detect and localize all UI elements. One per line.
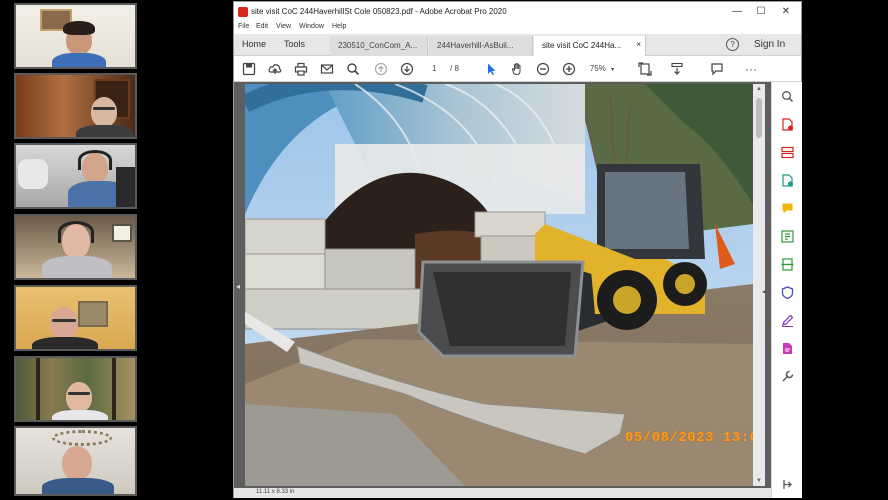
zoom-out-icon[interactable] [536,62,550,76]
save-icon[interactable] [242,62,256,76]
title-bar: site visit CoC 244HaverhillSt Cole 05082… [234,2,801,22]
page-fit-icon[interactable] [638,62,652,76]
vertical-scrollbar[interactable]: ▲ ▼ [753,84,765,486]
status-bar: 11.11 x 8.33 in [234,488,771,498]
participant-tile-3[interactable] [14,143,137,209]
document-tab-3[interactable]: site visit CoC 244Ha... × [534,36,646,56]
protect-shield-icon[interactable] [781,286,794,300]
chevron-down-icon: ▾ [611,67,615,73]
minimize-button[interactable]: — [730,6,744,17]
pin-panel-icon[interactable] [781,478,794,491]
page-number-input[interactable]: 1 [432,64,436,73]
scroll-down-icon[interactable]: ▼ [753,478,765,484]
upload-cloud-icon[interactable] [268,62,282,76]
scan-ocr-icon[interactable] [781,258,794,271]
hand-tool-icon[interactable] [510,62,524,76]
document-tab-label: site visit CoC 244Ha... [542,41,622,50]
menu-help[interactable]: Help [332,23,346,30]
zoom-level-dropdown[interactable]: 75% ▾ [584,62,620,76]
site-photo-image [245,84,753,486]
maximize-button[interactable]: ☐ [754,6,768,17]
close-window-button[interactable]: ✕ [779,6,793,17]
more-tools-wrench-icon[interactable] [781,370,794,383]
help-icon[interactable]: ? [726,38,739,51]
page-total: / 8 [450,64,459,73]
window-title: site visit CoC 244HaverhillSt Cole 05082… [251,7,507,16]
menu-edit[interactable]: Edit [256,23,268,30]
create-pdf-icon[interactable] [781,342,794,355]
document-view[interactable]: ◂ 05/08/2023 13:0 ▲ ▼ [234,82,771,488]
zoom-level-value: 75% [589,64,606,73]
document-tab-1[interactable]: 230510_ConCom_A... [330,36,428,56]
fill-sign-icon[interactable] [781,314,794,327]
left-panel-toggle-icon[interactable]: ◂ [236,282,240,291]
comment-icon[interactable] [710,62,724,76]
search-tool-icon[interactable] [781,90,794,103]
participant-tile-2[interactable] [14,73,137,139]
previous-page-icon[interactable] [374,62,388,76]
select-arrow-icon[interactable] [484,62,498,76]
print-icon[interactable] [294,62,308,76]
comment-tool-icon[interactable] [781,202,794,215]
menu-window[interactable]: Window [299,23,324,30]
participant-tile-7[interactable] [14,426,137,496]
right-tools-panel: ◂ [762,82,802,498]
right-panel-toggle-icon[interactable]: ◂ [762,287,766,296]
scroll-mode-icon[interactable] [670,62,684,76]
participant-tile-4[interactable] [14,214,137,280]
participant-tile-6[interactable] [14,356,137,422]
menu-view[interactable]: View [276,23,291,30]
tab-tools[interactable]: Tools [284,39,305,49]
search-icon[interactable] [346,62,360,76]
scroll-up-icon[interactable]: ▲ [753,86,765,92]
toolbar: 1 / 8 75% ▾ ··· [234,56,801,82]
zoom-in-icon[interactable] [562,62,576,76]
participant-tile-5[interactable] [14,285,137,351]
screen: site visit CoC 244HaverhillSt Cole 05082… [0,0,888,500]
participant-tile-1[interactable] [14,3,137,69]
menu-bar: File Edit View Window Help [234,22,801,34]
document-tab-label: 244Haverhill-AsBuil... [437,41,514,50]
more-tools-icon[interactable]: ··· [744,62,758,76]
menu-file[interactable]: File [238,23,249,30]
tab-bar: Home Tools 230510_ConCom_A... 244Haverhi… [234,34,801,56]
page-size-label: 11.11 x 8.33 in [256,489,295,495]
document-tab-2[interactable]: 244Haverhill-AsBuil... [429,36,533,56]
edit-pdf-icon[interactable] [781,174,794,187]
sign-in-button[interactable]: Sign In [754,39,785,50]
pdf-app-icon [238,7,248,17]
tab-home[interactable]: Home [242,39,266,49]
photo-timestamp: 05/08/2023 13:0 [625,430,753,446]
site-photo: 05/08/2023 13:0 [245,84,753,486]
acrobat-window: site visit CoC 244HaverhillSt Cole 05082… [233,1,802,498]
export-pdf-icon[interactable] [781,118,794,131]
combine-files-icon[interactable] [781,230,794,243]
organize-pages-icon[interactable] [781,146,794,159]
next-page-icon[interactable] [400,62,414,76]
close-tab-icon[interactable]: × [636,40,641,49]
scrollbar-thumb[interactable] [756,98,762,138]
email-icon[interactable] [320,62,334,76]
document-tab-label: 230510_ConCom_A... [338,41,418,50]
